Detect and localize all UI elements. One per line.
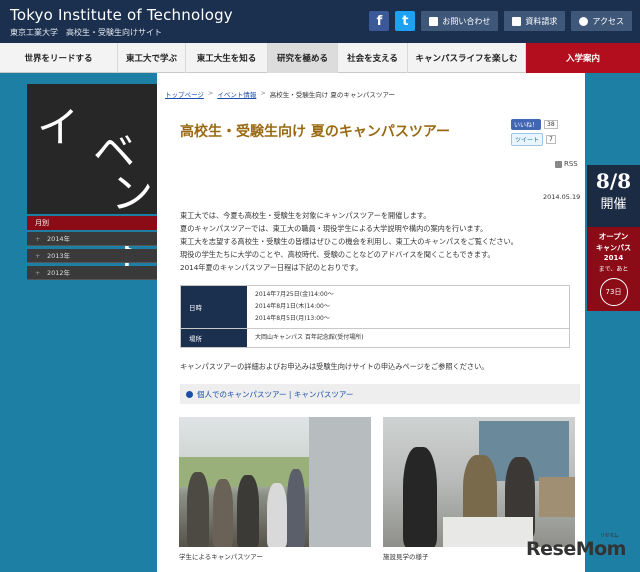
photo-caption: 施設見学の様子 [383, 553, 429, 561]
event-kana-i: イ [37, 103, 80, 152]
campus-tour-link-label: 個人でのキャンパスツアー | キャンパスツアー [197, 389, 354, 399]
campus-tour-photo [179, 417, 371, 547]
like-count: 38 [544, 120, 558, 129]
facility-tour-photo [383, 417, 575, 547]
nav-item-students[interactable]: 東工大生を知る [186, 43, 268, 73]
campus-tour-link[interactable]: 個人でのキャンパスツアー | キャンパスツアー [180, 384, 580, 404]
sidebar-item-2014[interactable]: 2014年 [27, 232, 157, 246]
nav-item-admissions[interactable]: 入学案内 [526, 43, 640, 73]
facebook-icon[interactable]: f [369, 11, 390, 31]
schedule-date: 2014年7月25日(金)14:00～ [255, 291, 334, 298]
sidebar-item-2013[interactable]: 2013年 [27, 249, 157, 263]
breadcrumb-separator: > [260, 89, 266, 97]
schedule-table: 日時 2014年7月25日(金)14:00～ 2014年8月1日(木)14:00… [180, 285, 570, 348]
post-date: 2014.05.19 [543, 193, 581, 201]
sidebar-item-2012[interactable]: 2012年 [27, 266, 157, 280]
brochure-request-button[interactable]: 資料請求 [504, 11, 566, 31]
open-campus-year: 2014 [603, 254, 624, 262]
tweet-count: 7 [546, 135, 556, 144]
open-campus-title-1: オープン [598, 232, 629, 241]
table-row: 場所 大岡山キャンパス 百年記念館(受付場所) [181, 328, 569, 347]
paragraph: 東工大では、今夏も高校生・受験生を対象にキャンパスツアーを開催します。 [180, 211, 431, 220]
main-content: トップページ > イベント情報 > 高校生・受験生向け 夏のキャンパスツアー 高… [157, 73, 585, 572]
watermark-sub: リセマム [600, 533, 619, 539]
document-icon [512, 16, 522, 26]
open-campus-date: 8/8 [595, 169, 632, 193]
arrow-circle-icon [186, 390, 193, 398]
right-background-band [585, 73, 640, 572]
breadcrumb: トップページ > イベント情報 > 高校生・受験生向け 夏のキャンパスツアー [165, 89, 395, 99]
logo-english: Tokyo Institute of Technology [10, 6, 233, 24]
breadcrumb-separator: > [207, 89, 214, 97]
breadcrumb-top-link[interactable]: トップページ [165, 89, 204, 99]
nav-item-campus-life[interactable]: キャンパスライフを楽しむ [408, 43, 526, 73]
article-body: 東工大では、今夏も高校生・受験生を対象にキャンパスツアーを開催します。 夏のキャ… [180, 209, 580, 274]
paragraph: 現役の学生たちに大学のことや、高校時代、受験のことなどのアドバイスを聞くこともで… [180, 250, 495, 259]
resemom-watermark: ReseMom リセマム [526, 533, 626, 560]
nav-item-lead-world[interactable]: 世界をリードする [0, 43, 118, 73]
open-campus-until: まで、あと [598, 266, 629, 273]
open-campus-title-2: キャンパス [596, 244, 631, 252]
nav-item-study[interactable]: 東工大で学ぶ [118, 43, 186, 73]
paragraph: 夏のキャンパスツアーでは、東工大の職員・現役学生による大学説明や構内の案内を行い… [180, 224, 488, 233]
nav-item-research[interactable]: 研究を極める [268, 43, 338, 73]
date-values: 2014年7月25日(金)14:00～ 2014年8月1日(木)14:00～ 2… [247, 286, 569, 328]
twitter-icon[interactable]: t [395, 11, 416, 31]
open-campus-countdown: オープン キャンパス 2014 まで、あと 73日 [587, 227, 640, 311]
access-label: アクセス [592, 16, 624, 26]
paragraph: 東工大を志望する高校生・受験生の皆様はぜひこの機会を利用し、東工大のキャンパスを… [180, 237, 518, 246]
days-remaining-badge: 73日 [599, 278, 628, 306]
table-row: 日時 2014年7月25日(金)14:00～ 2014年8月1日(木)14:00… [181, 286, 569, 328]
logo-japanese: 東京工業大学 高校生・受験生向けサイト [10, 28, 162, 37]
page-title: 高校生・受験生向け 夏のキャンパスツアー [180, 124, 451, 140]
mail-icon [429, 16, 439, 26]
monthly-archive-heading: 月別 [27, 216, 157, 230]
contact-button[interactable]: お問い合わせ [421, 11, 499, 31]
access-button[interactable]: アクセス [571, 11, 632, 31]
date-label: 日時 [181, 286, 247, 328]
nav-item-society[interactable]: 社会を支える [338, 43, 408, 73]
watermark-brand: ReseMom [526, 538, 626, 560]
contact-label: お問い合わせ [442, 16, 491, 26]
global-nav: 世界をリードする 東工大で学ぶ 東工大生を知る 研究を極める 社会を支える キャ… [0, 43, 640, 73]
tweet-button[interactable]: ツイート [511, 133, 544, 146]
rss-icon [555, 160, 562, 168]
schedule-date: 2014年8月1日(木)14:00～ [255, 303, 330, 310]
schedule-date: 2014年8月5日(月)13:00～ [255, 315, 330, 322]
site-header: Tokyo Institute of Technology 東京工業大学 高校生… [0, 0, 640, 43]
brochure-label: 資料請求 [525, 16, 558, 26]
site-logo[interactable]: Tokyo Institute of Technology 東京工業大学 高校生… [10, 6, 233, 38]
registration-note: キャンパスツアーの詳細およびお申込みは受験生向けサイトの申込みページをご参照くだ… [180, 362, 489, 371]
open-campus-held: 開催 [600, 197, 627, 212]
header-utilities: f t お問い合わせ 資料請求 アクセス [369, 11, 632, 31]
photo-caption: 学生によるキャンパスツアー [179, 553, 263, 561]
rss-label: RSS [564, 160, 578, 168]
place-label: 場所 [181, 329, 247, 347]
event-heading-graphic: イ ベ ント [27, 84, 157, 279]
open-campus-banner[interactable]: 8/8 開催 オープン キャンパス 2014 まで、あと 73日 [587, 165, 640, 311]
map-pin-icon [579, 16, 589, 26]
rss-link[interactable]: RSS [555, 160, 578, 168]
breadcrumb-events-link[interactable]: イベント情報 [217, 89, 256, 99]
breadcrumb-current: 高校生・受験生向け 夏のキャンパスツアー [269, 91, 395, 99]
social-share: いいね！ 38 ツイート 7 [511, 119, 558, 149]
paragraph: 2014年夏のキャンパスツアー日程は下記のとおりです。 [180, 263, 363, 272]
facebook-like-button[interactable]: いいね！ [511, 119, 542, 130]
place-value: 大岡山キャンパス 百年記念館(受付場所) [255, 334, 364, 341]
